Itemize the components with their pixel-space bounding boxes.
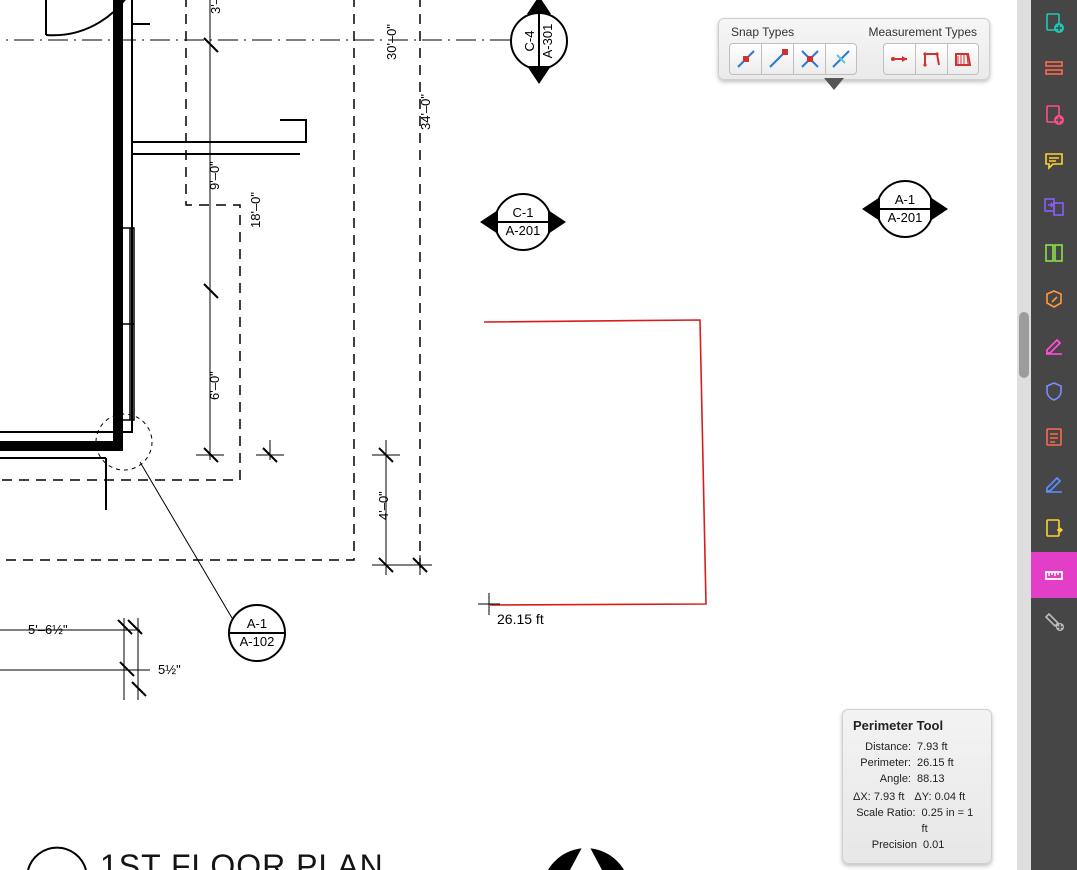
callout-a1r-arrow-l [862, 197, 880, 221]
callout-c4-arrow [527, 66, 551, 84]
callout-top: C-1 [513, 206, 534, 220]
measure-perimeter-button[interactable] [915, 43, 947, 75]
dim-18: 18'–0" [248, 192, 263, 228]
snap-intersection-button[interactable] [793, 43, 825, 75]
dim-34: 34'–0" [418, 94, 433, 130]
report-button[interactable] [1031, 414, 1077, 460]
callout-top: A-1 [895, 193, 915, 207]
callout-bottom: A-201 [506, 224, 541, 238]
scale-value: 0.25 in = 1 ft [922, 805, 981, 837]
transfer-button[interactable] [1031, 184, 1077, 230]
settings-button[interactable] [1031, 598, 1077, 644]
callout-a1r-arrow-r [930, 197, 948, 221]
callout-bottom: A-301 [541, 24, 555, 59]
sign-button[interactable] [1031, 322, 1077, 368]
shield-button[interactable] [1031, 368, 1077, 414]
callout-a1-right: A-1 A-201 [876, 180, 934, 238]
callout-c1: C-1 A-201 [494, 193, 552, 251]
dx-value: 7.93 ft [874, 791, 905, 803]
callout-c1-arrow-r [548, 210, 566, 234]
scroll-thumb[interactable] [1019, 312, 1029, 378]
vertical-scrollbar[interactable] [1017, 0, 1031, 870]
perimeter-value: 26.15 ft [917, 755, 954, 771]
dim-3: 3'– [208, 0, 223, 14]
add-document-button[interactable] [1031, 92, 1077, 138]
scale-label: Scale Ratio: [853, 805, 916, 837]
distance-value: 7.93 ft [917, 739, 948, 755]
export-button[interactable] [1031, 506, 1077, 552]
snap-perpendicular-button[interactable] [825, 43, 857, 75]
distance-label: Distance: [853, 739, 911, 755]
callout-bottom: A-102 [240, 635, 275, 649]
snap-measure-panel: Snap Types Measurement Types [718, 18, 990, 80]
dim-30: 30'–0" [384, 24, 399, 60]
stamp-button[interactable] [1031, 276, 1077, 322]
comment-button[interactable] [1031, 138, 1077, 184]
callout-c4-arrow2 [527, 0, 551, 14]
precision-label: Precision [853, 837, 917, 853]
edit-button[interactable] [1031, 460, 1077, 506]
dim-5-6: 5'–6½" [28, 622, 68, 637]
callout-c1-arrow-l [480, 210, 498, 234]
callout-a1-bottom: A-1 A-102 [228, 604, 286, 662]
callout-top: A-1 [247, 617, 267, 631]
measurement-label: 26.15 ft [497, 611, 544, 627]
dy-label: ΔY: [914, 791, 931, 803]
dim-4: 4'–0" [376, 491, 391, 520]
dim-5-5: 5½" [158, 662, 181, 677]
precision-value: 0.01 [923, 837, 944, 853]
angle-label: Angle: [853, 771, 911, 787]
callout-bottom: A-201 [888, 211, 923, 225]
dx-label: ΔX: [853, 791, 871, 803]
dim-9: 9'–0" [207, 161, 222, 190]
perimeter-label: Perimeter: [853, 755, 911, 771]
snap-panel-caret-icon [824, 78, 844, 90]
perimeter-tool-panel: Perimeter Tool Distance: 7.93 ft Perimete… [842, 709, 992, 864]
dy-value: 0.04 ft [935, 791, 966, 803]
snap-endpoint-button[interactable] [729, 43, 761, 75]
drawing-title: 1ST FLOOR PLAN [100, 848, 384, 870]
perimeter-title: Perimeter Tool [853, 718, 981, 733]
measurement-type-buttons [883, 43, 979, 75]
measure-button[interactable] [1031, 552, 1077, 598]
dim-6: 6'–0" [207, 371, 222, 400]
snap-type-buttons [729, 43, 857, 75]
snap-types-header: Snap Types [731, 25, 794, 39]
angle-value: 88.13 [917, 771, 945, 787]
right-toolbar [1031, 0, 1077, 870]
add-page-button[interactable] [1031, 0, 1077, 46]
snap-midpoint-button[interactable] [761, 43, 793, 75]
measurement-types-header: Measurement Types [869, 25, 978, 39]
callout-c4: C-4 A-301 [510, 12, 568, 70]
measure-distance-button[interactable] [883, 43, 915, 75]
callout-top: C-4 [523, 31, 537, 52]
form-button[interactable] [1031, 46, 1077, 92]
compare-button[interactable] [1031, 230, 1077, 276]
measure-area-button[interactable] [947, 43, 979, 75]
